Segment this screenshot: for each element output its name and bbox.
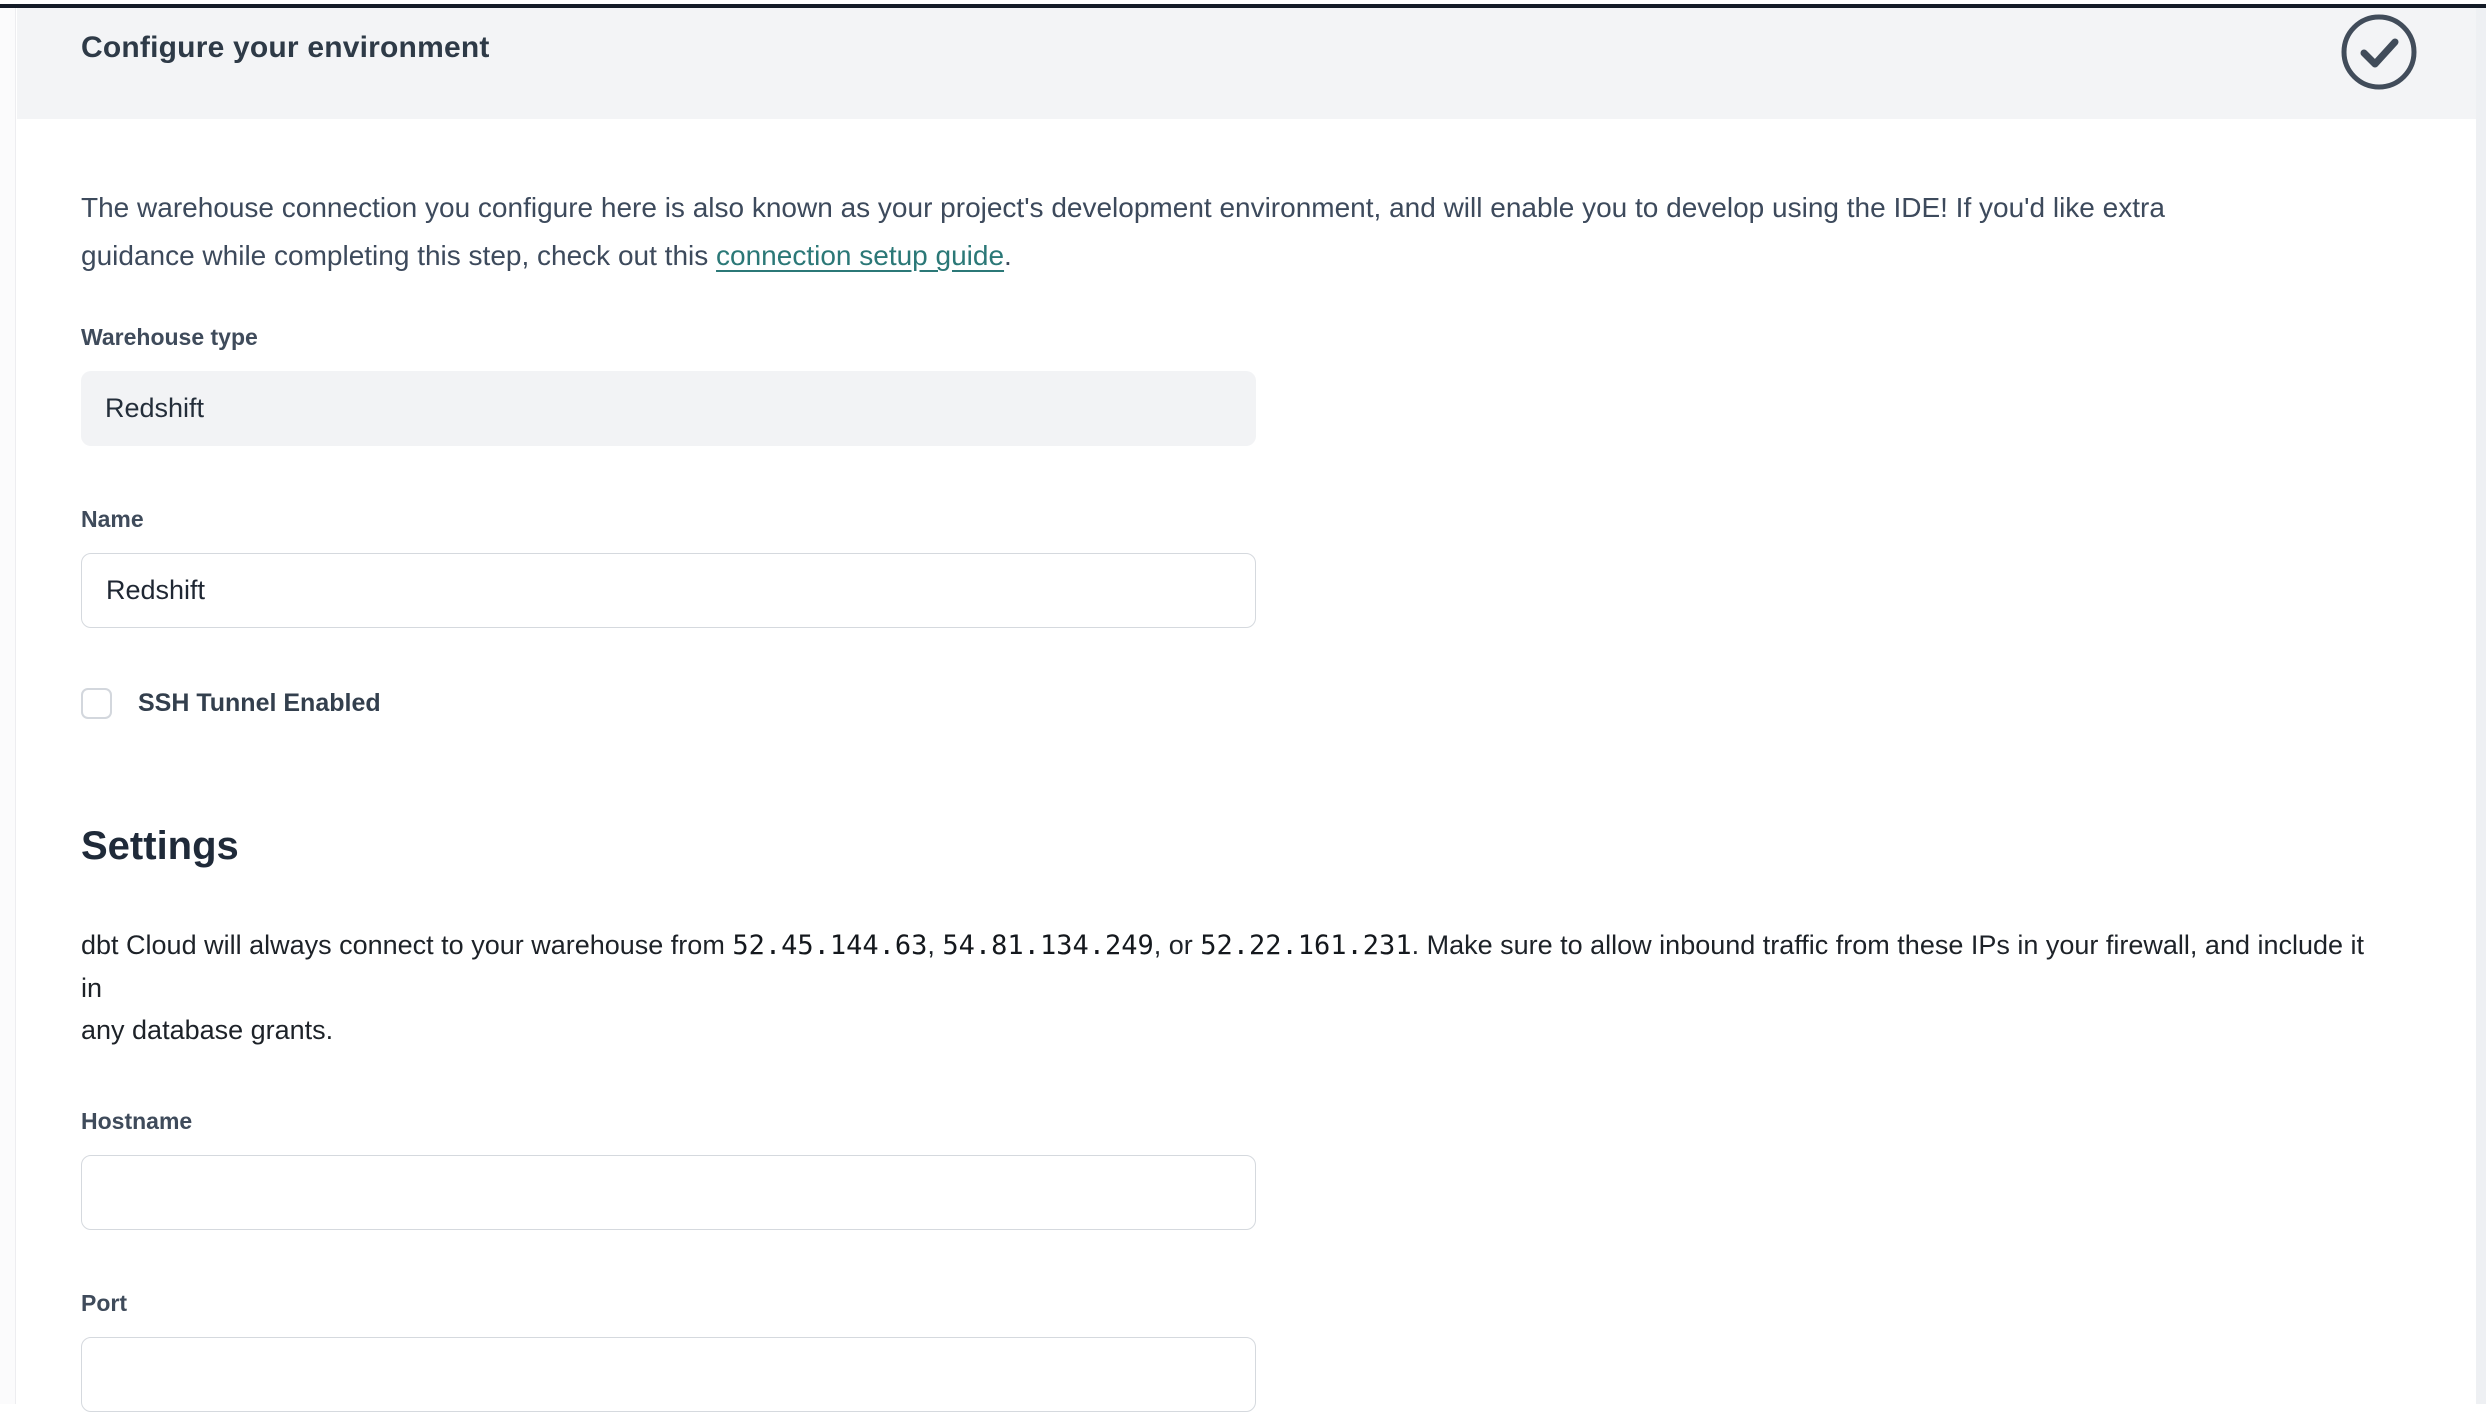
port-input[interactable]	[81, 1337, 1256, 1412]
connection-setup-guide-link[interactable]: connection setup guide	[716, 240, 1004, 271]
ip-allowlist-note: dbt Cloud will always connect to your wa…	[81, 924, 2386, 1051]
note-line2: any database grants.	[81, 1015, 333, 1045]
warehouse-type-label: Warehouse type	[81, 323, 2386, 351]
intro-paragraph: The warehouse connection you configure h…	[81, 184, 2386, 280]
warehouse-type-value: Redshift	[105, 393, 204, 424]
name-label: Name	[81, 505, 2386, 533]
check-circle-icon	[2339, 12, 2419, 92]
ip-separator-1: ,	[927, 930, 942, 960]
hostname-input[interactable]	[81, 1155, 1256, 1230]
settings-heading: Settings	[81, 822, 2386, 870]
ip-address-1: 52.45.144.63	[732, 930, 927, 961]
scrollbar-track[interactable]	[2476, 8, 2486, 1404]
ip-separator-2: , or	[1154, 930, 1201, 960]
step-header: Configure your environment	[17, 4, 2476, 119]
note-before-ips: dbt Cloud will always connect to your wa…	[81, 930, 732, 960]
left-edge-strip	[0, 8, 16, 1404]
warehouse-type-field: Redshift	[81, 371, 1256, 446]
name-input[interactable]	[81, 553, 1256, 628]
intro-period: .	[1004, 240, 1012, 271]
configure-environment-panel: Configure your environment The warehouse…	[17, 4, 2476, 1412]
step-body: The warehouse connection you configure h…	[17, 184, 2476, 1412]
top-nav-edge	[0, 4, 2486, 8]
ssh-tunnel-row: SSH Tunnel Enabled	[81, 688, 2386, 719]
hostname-label: Hostname	[81, 1107, 2386, 1135]
intro-line1: The warehouse connection you configure h…	[81, 192, 2165, 223]
ip-address-2: 54.81.134.249	[942, 930, 1153, 961]
intro-line2-text: guidance while completing this step, che…	[81, 240, 716, 271]
page-title: Configure your environment	[81, 31, 490, 65]
ssh-tunnel-label: SSH Tunnel Enabled	[138, 689, 381, 718]
ssh-tunnel-checkbox[interactable]	[81, 688, 112, 719]
port-label: Port	[81, 1289, 2386, 1317]
ip-address-3: 52.22.161.231	[1200, 930, 1411, 961]
